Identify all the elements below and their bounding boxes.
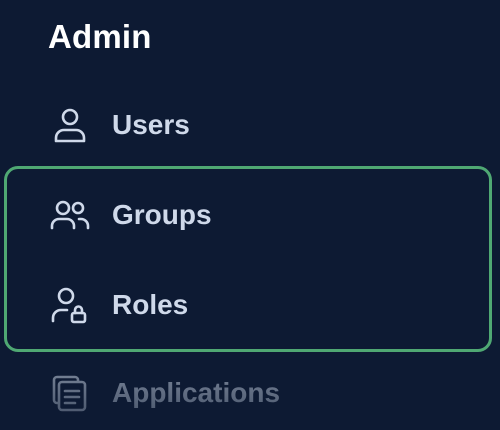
users-group-icon xyxy=(48,193,92,237)
sidebar-item-label: Roles xyxy=(112,289,189,320)
sidebar-item-label: Applications xyxy=(112,377,281,408)
sidebar-item-users[interactable]: Users xyxy=(48,100,190,150)
sidebar-item-roles[interactable]: Roles xyxy=(48,280,188,330)
sidebar-item-label: Users xyxy=(112,109,190,140)
user-icon xyxy=(48,103,92,147)
admin-sidebar: Admin Users Groups Roles Applications xyxy=(0,0,500,430)
sidebar-item-label: Groups xyxy=(112,199,212,230)
stacked-documents-icon xyxy=(48,371,92,415)
sidebar-section-title: Admin xyxy=(48,18,152,55)
sidebar-item-groups[interactable]: Groups xyxy=(48,190,212,240)
user-lock-icon xyxy=(48,283,92,327)
sidebar-item-applications[interactable]: Applications xyxy=(48,368,280,418)
